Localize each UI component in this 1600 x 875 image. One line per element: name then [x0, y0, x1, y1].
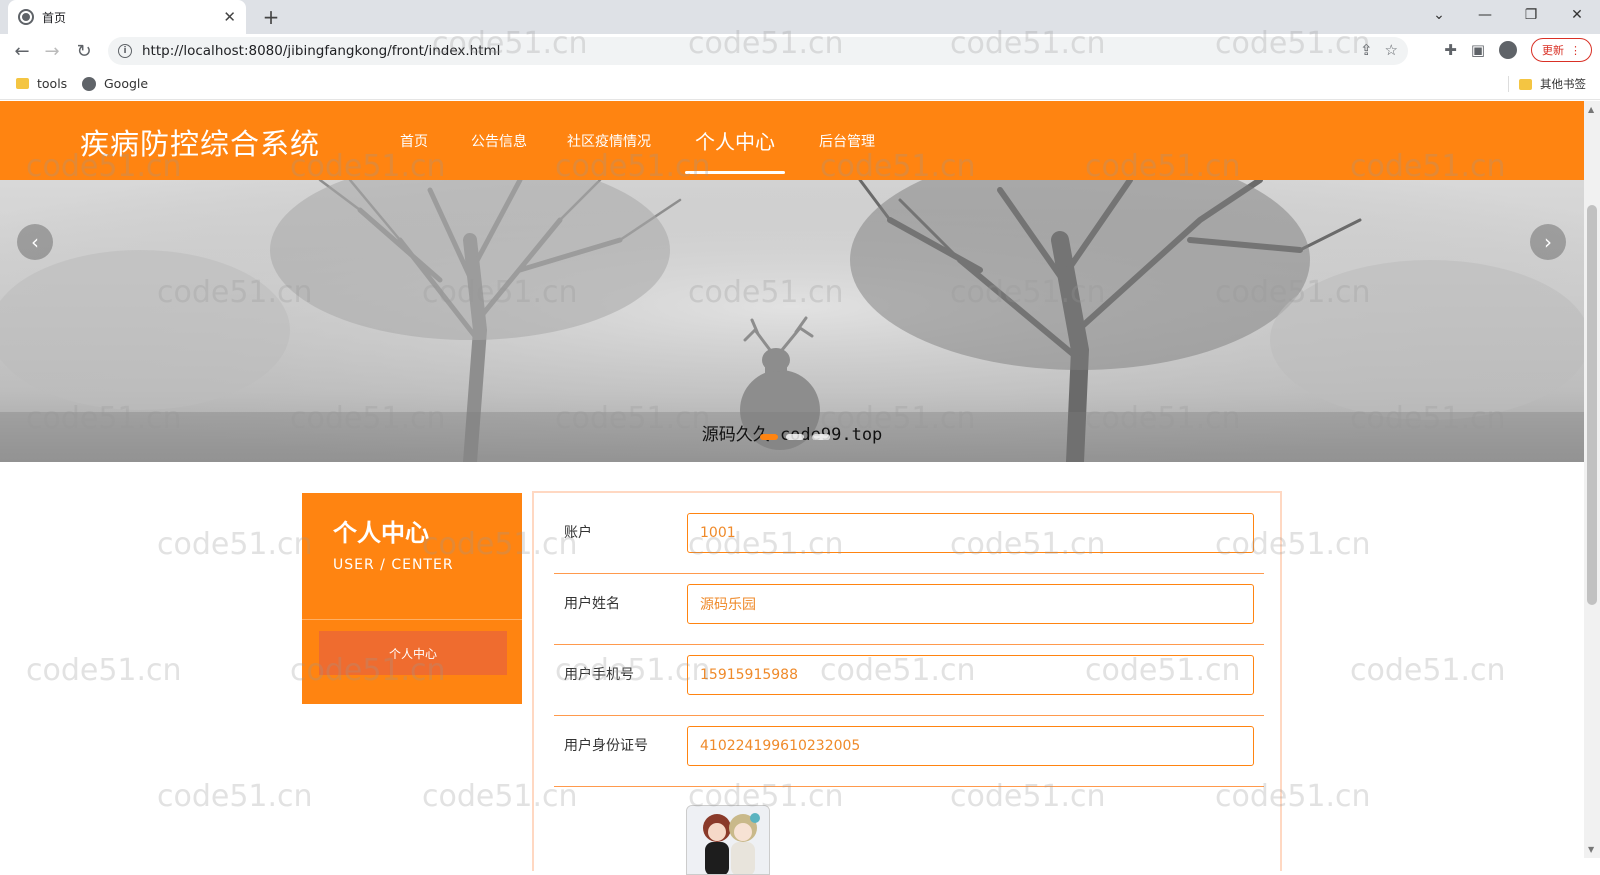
window-controls: ⌄ — ❐ ✕	[1416, 0, 1600, 34]
other-bookmarks-label: 其他书签	[1540, 77, 1586, 91]
side-panel: 个人中心 USER / CENTER 个人中心	[302, 493, 522, 704]
update-label: 更新	[1542, 44, 1564, 57]
sidepanel-icon[interactable]: ▣	[1471, 41, 1485, 59]
bookmarks-bar: tools Google 其他书签	[0, 68, 1600, 100]
new-tab-button[interactable]: +	[258, 4, 284, 30]
nav-personal-center[interactable]: 个人中心	[685, 101, 785, 180]
carousel-dot[interactable]	[812, 434, 830, 440]
form-row-phone: 用户手机号 15915915988	[554, 645, 1264, 716]
address-bar[interactable]: i http://localhost:8080/jibingfangkong/f…	[108, 37, 1408, 65]
field-label: 用户身份证号	[564, 738, 648, 754]
phone-input[interactable]: 15915915988	[687, 655, 1254, 695]
menu-dots-icon: ⋮	[1570, 43, 1581, 57]
share-icon[interactable]: ⇪	[1360, 41, 1373, 59]
browser-tab[interactable]: 首页 ✕	[8, 0, 246, 34]
site-title: 疾病防控综合系统	[80, 127, 321, 161]
folder-icon	[16, 78, 29, 89]
banner-caption: 源码久久-code99.top	[0, 420, 1584, 445]
globe-icon	[18, 9, 34, 25]
info-icon[interactable]: i	[118, 44, 132, 58]
browser-tabstrip: 首页 ✕ + ⌄ — ❐ ✕	[0, 0, 1600, 34]
star-icon[interactable]: ☆	[1385, 41, 1398, 59]
minimize-button[interactable]: —	[1462, 0, 1508, 30]
bookmark-google[interactable]: Google	[82, 76, 148, 91]
forward-icon[interactable]: →	[38, 37, 66, 65]
chevron-down-icon[interactable]: ⌄	[1416, 0, 1462, 30]
omnibox-actions: ⇪ ☆	[1360, 41, 1398, 59]
bookmark-tools[interactable]: tools	[16, 76, 67, 91]
carousel-dot[interactable]	[786, 434, 804, 440]
nav-admin[interactable]: 后台管理	[819, 101, 875, 180]
scroll-down-icon[interactable]: ▼	[1588, 845, 1594, 854]
other-bookmarks[interactable]: 其他书签	[1508, 76, 1586, 92]
watermark: code51.cn	[1350, 653, 1506, 688]
side-title: 个人中心	[333, 519, 429, 547]
idcard-input[interactable]: 410224199610232005	[687, 726, 1254, 766]
carousel-dots	[760, 434, 830, 440]
field-label: 用户手机号	[564, 667, 634, 683]
chevron-left-icon[interactable]: ‹	[17, 224, 53, 260]
tab-title: 首页	[42, 10, 67, 25]
side-subtitle: USER / CENTER	[333, 557, 454, 573]
profile-icon[interactable]	[1499, 41, 1517, 59]
folder-icon	[1519, 78, 1532, 90]
account-input[interactable]: 1001	[687, 513, 1254, 553]
site-header: 疾病防控综合系统 首页 公告信息 社区疫情情况 个人中心 后台管理	[0, 101, 1584, 180]
watermark: code51.cn	[157, 527, 313, 562]
form-row-name: 用户姓名 源码乐园	[554, 574, 1264, 645]
nav-community-epidemic[interactable]: 社区疫情情况	[567, 101, 651, 180]
reload-icon[interactable]: ↻	[70, 37, 98, 65]
scroll-up-icon[interactable]: ▲	[1588, 105, 1594, 114]
nav-announcements[interactable]: 公告信息	[471, 101, 527, 180]
extensions-icon[interactable]: ✚	[1444, 41, 1457, 59]
watermark: code51.cn	[157, 779, 313, 814]
watermark: code51.cn	[26, 653, 182, 688]
form-row-account: 账户 1001	[554, 503, 1264, 574]
side-menu-personal-center[interactable]: 个人中心	[319, 631, 507, 675]
name-input[interactable]: 源码乐园	[687, 584, 1254, 624]
nav-home[interactable]: 首页	[400, 101, 428, 180]
field-label: 账户	[564, 525, 592, 541]
browser-toolbar: ← → ↻ i http://localhost:8080/jibingfang…	[0, 34, 1600, 68]
restore-button[interactable]: ❐	[1508, 0, 1554, 30]
bookmark-label: Google	[104, 76, 149, 91]
back-icon[interactable]: ←	[8, 37, 36, 65]
toolbar-actions: ✚ ▣ 更新 ⋮	[1444, 38, 1592, 62]
close-icon[interactable]: ✕	[223, 8, 236, 26]
page-scrollbar[interactable]: ▲ ▼	[1584, 101, 1600, 858]
update-button[interactable]: 更新 ⋮	[1531, 38, 1592, 62]
chevron-right-icon[interactable]: ›	[1530, 224, 1566, 260]
banner-carousel[interactable]: ‹ › 源码久久-code99.top	[0, 180, 1584, 462]
globe-icon	[82, 76, 96, 91]
form-row-idcard: 用户身份证号 410224199610232005	[554, 716, 1264, 787]
field-label: 用户姓名	[564, 596, 620, 612]
url-text[interactable]: http://localhost:8080/jibingfangkong/fro…	[142, 43, 500, 59]
avatar[interactable]	[686, 805, 770, 875]
divider	[302, 619, 522, 620]
close-window-button[interactable]: ✕	[1554, 0, 1600, 30]
carousel-dot[interactable]	[760, 434, 778, 440]
profile-form: 账户 1001 用户姓名 源码乐园 用户手机号 15915915988 用户身份…	[532, 491, 1282, 875]
scroll-thumb[interactable]	[1587, 205, 1597, 605]
bookmark-label: tools	[37, 76, 68, 91]
main-nav: 首页 公告信息 社区疫情情况 个人中心 后台管理	[380, 101, 875, 180]
